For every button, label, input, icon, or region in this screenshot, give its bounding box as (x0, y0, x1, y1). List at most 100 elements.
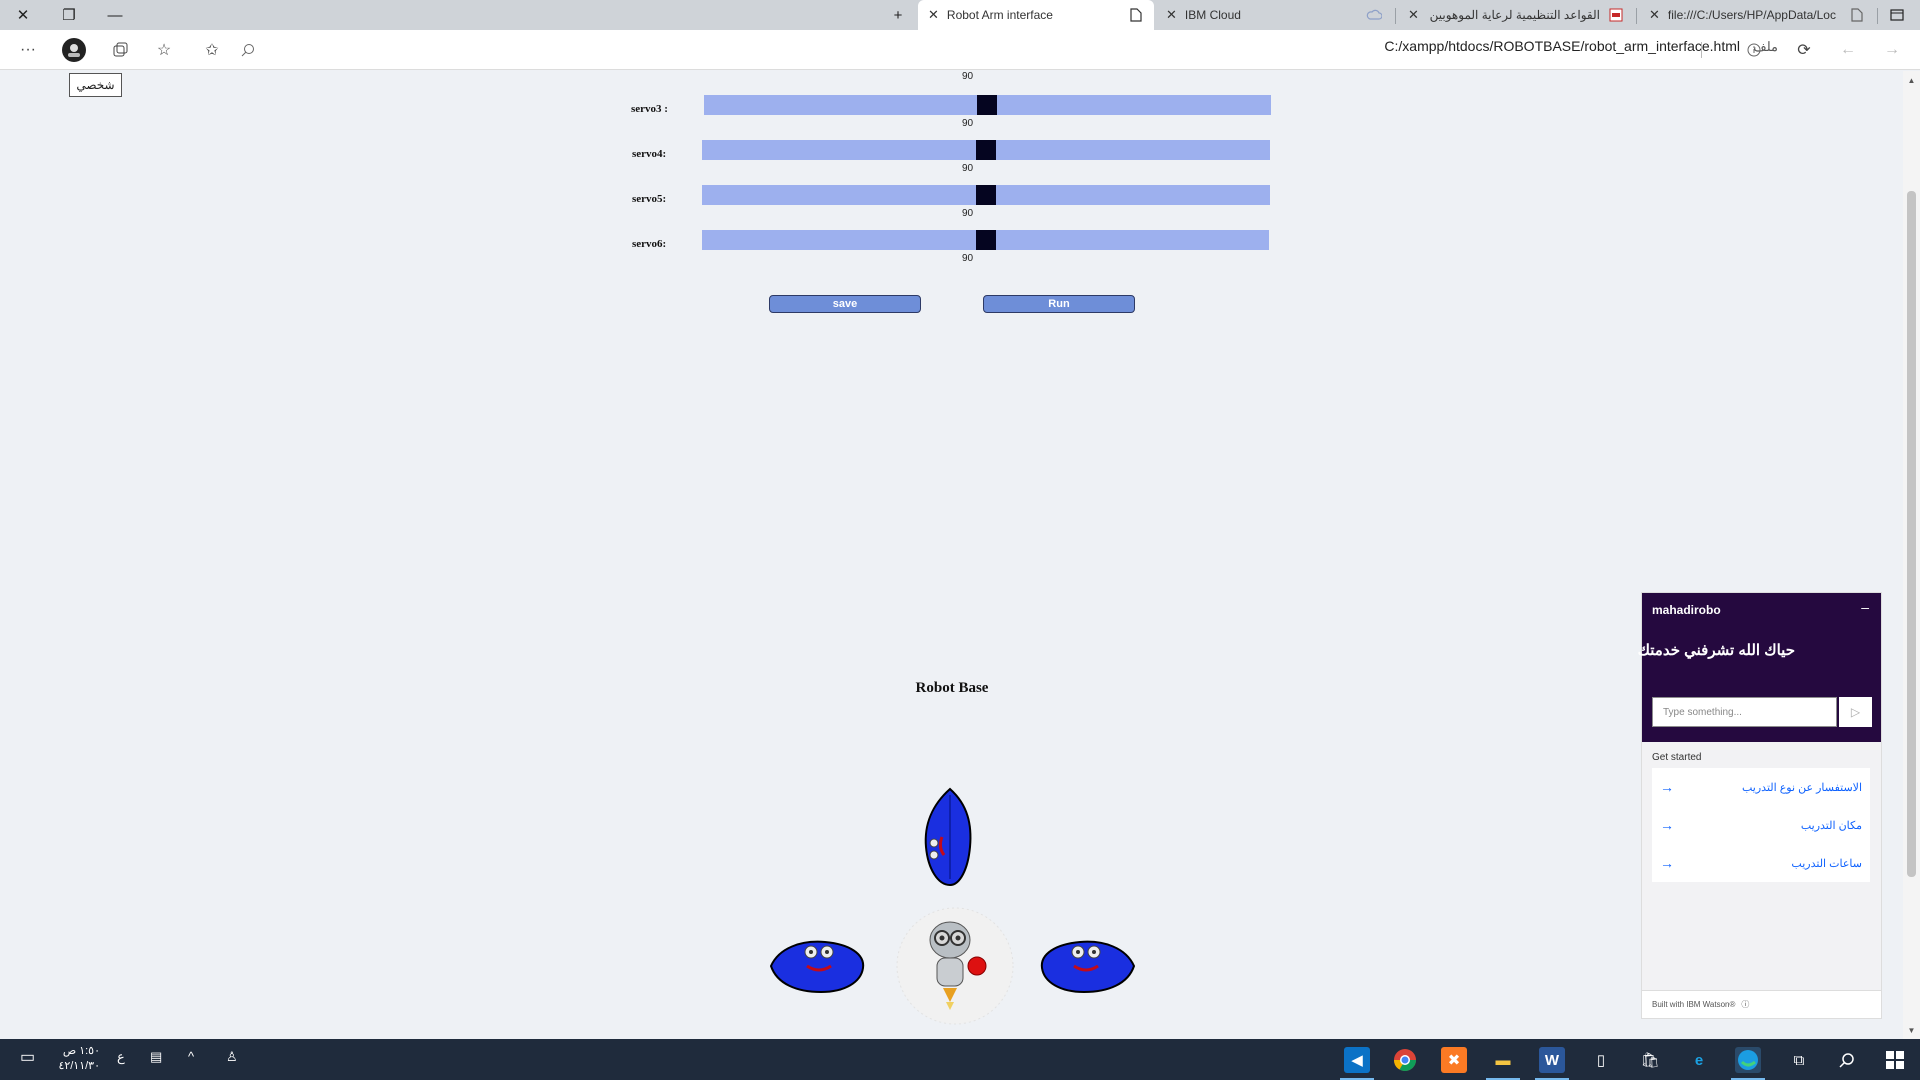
tab-close-icon[interactable]: ✕ (1166, 7, 1177, 23)
page-content: 90 servo3 : 90 servo4: 90 servo5: 90 ser… (0, 71, 1920, 1039)
info-icon[interactable]: ⓘ (1741, 999, 1749, 1010)
new-tab-icon[interactable]: + (875, 0, 921, 30)
tab-strip: ✕ ❐ — + ✕ Robot Arm interface ✕ IBM Clou… (0, 0, 1920, 30)
slider-thumb[interactable] (976, 140, 996, 160)
watson-credit: Built with IBM Watson® (1652, 1000, 1736, 1009)
chat-option[interactable]: ساعات التدريب → (1652, 844, 1870, 882)
servo-value: 90 (962, 208, 974, 219)
tab-ibm-cloud[interactable]: ✕ IBM Cloud (1156, 0, 1392, 30)
pdf-icon (1608, 7, 1624, 23)
send-icon[interactable]: ▷ (1839, 697, 1872, 727)
servo5-slider[interactable] (702, 185, 1270, 205)
site-info-icon[interactable] (1740, 36, 1768, 64)
arrow-right-icon: → (1660, 779, 1674, 795)
scroll-thumb[interactable] (1907, 191, 1916, 877)
window-close-icon[interactable]: ✕ (0, 0, 46, 30)
chat-option[interactable]: مكان التدريب → (1652, 806, 1870, 844)
window-restore-icon[interactable]: ❐ (46, 0, 92, 30)
forward-icon[interactable]: → (1878, 36, 1906, 64)
tab-separator (1636, 8, 1637, 24)
store-icon[interactable]: 🛍 (1637, 1047, 1663, 1073)
edge-icon[interactable] (1735, 1047, 1761, 1073)
collections-icon[interactable] (106, 36, 134, 64)
servo-label: servo4: (632, 148, 667, 160)
xampp-icon[interactable]: ✖ (1441, 1047, 1467, 1073)
profile-avatar[interactable] (60, 36, 88, 64)
tab-title: القواعد التنظيمية لرعاية الموهوبين (1429, 8, 1600, 22)
servo6-row: servo6: 90 (0, 230, 1920, 270)
robot-base-title: Robot Base (915, 680, 989, 696)
chat-option-label: مكان التدريب (1800, 819, 1862, 832)
tab-close-icon[interactable]: ✕ (1408, 7, 1419, 23)
servo-value: 90 (962, 163, 974, 174)
tab-local-file[interactable]: ✕ file:///C:/Users/HP/AppData/Loc (1639, 0, 1875, 30)
tab-title: Robot Arm interface (946, 8, 1053, 22)
run-button[interactable]: Run (983, 295, 1135, 313)
start-icon[interactable] (1882, 1047, 1908, 1073)
notification-icon[interactable]: ▭ (20, 1047, 35, 1067)
stop-robot-button[interactable] (895, 906, 1015, 1026)
system-clock[interactable]: ١:٥٠ ص ٤٢/١١/٣٠ (54, 1044, 100, 1074)
vscode-icon[interactable]: ◀ (1344, 1047, 1370, 1073)
clock-time: ١:٥٠ ص (62, 1045, 100, 1057)
left-arrow-button[interactable] (765, 934, 869, 998)
refresh-icon[interactable]: ⟳ (1790, 36, 1818, 64)
forward-arrow-button[interactable] (920, 785, 980, 889)
search-icon[interactable] (1834, 1047, 1860, 1073)
servo4-slider[interactable] (702, 140, 1270, 160)
windows-taskbar: ▭ ١:٥٠ ص ٤٢/١١/٣٠ ع ▤ ^ ♙ ◀ ✖ ▬ W ▯ 🛍 e … (0, 1039, 1920, 1080)
watson-chat-widget: mahadirobo – حياك الله تشرفني خدمتك Type… (1638, 592, 1882, 1019)
save-button[interactable]: save (769, 295, 921, 313)
servo-label: servo3 : (631, 103, 668, 115)
window-minimize-icon[interactable]: — (92, 0, 138, 30)
tab-pdf-document[interactable]: ✕ القواعد التنظيمية لرعاية الموهوبين (1398, 0, 1634, 30)
servo3-slider[interactable] (704, 95, 1271, 115)
minimize-icon[interactable]: – (1861, 599, 1869, 615)
favorites-icon[interactable]: ☆ (150, 36, 178, 64)
file-explorer-icon[interactable]: ▬ (1490, 1047, 1516, 1073)
chat-message-input[interactable]: Type something... (1652, 697, 1837, 727)
tab-robot-arm-interface[interactable]: ✕ Robot Arm interface (918, 0, 1154, 30)
more-options-icon[interactable]: ··· (14, 36, 42, 64)
chat-footer: Built with IBM Watson® ⓘ (1642, 990, 1881, 1018)
chat-body: Get started الاستفسار عن نوع التدريب → م… (1642, 742, 1881, 990)
right-arrow-button[interactable] (1036, 934, 1140, 998)
servo-value: 90 (962, 118, 974, 129)
chat-header: mahadirobo – حياك الله تشرفني خدمتك Type… (1638, 593, 1881, 742)
language-indicator[interactable]: ع (117, 1049, 125, 1065)
tab-title: IBM Cloud (1184, 8, 1241, 22)
tab-close-icon[interactable]: ✕ (1649, 7, 1660, 23)
scroll-down-icon[interactable]: ▼ (1903, 1023, 1920, 1037)
notepad-icon[interactable]: ▯ (1588, 1047, 1614, 1073)
chat-option[interactable]: الاستفسار عن نوع التدريب → (1652, 768, 1870, 806)
slider-thumb[interactable] (977, 95, 997, 115)
page-scrollbar[interactable]: ▲ ▼ (1903, 71, 1920, 1039)
address-separator (1701, 42, 1702, 58)
people-icon[interactable]: ♙ (226, 1049, 238, 1065)
back-icon[interactable]: ← (1834, 36, 1862, 64)
slider-thumb[interactable] (976, 230, 996, 250)
clock-date: ٤٢/١١/٣٠ (58, 1060, 100, 1072)
add-favorite-icon[interactable]: ✩ (198, 36, 226, 64)
address-bar[interactable]: C:/xampp/htdocs/ROBOTBASE/robot_arm_inte… (1384, 38, 1740, 54)
chat-options-list: الاستفسار عن نوع التدريب → مكان التدريب … (1652, 768, 1870, 882)
zoom-icon[interactable] (234, 36, 262, 64)
scroll-up-icon[interactable]: ▲ (1903, 73, 1920, 87)
tab-close-icon[interactable]: ✕ (928, 7, 939, 23)
slider-thumb[interactable] (976, 185, 996, 205)
tab-actions-icon[interactable] (1874, 0, 1920, 30)
chrome-icon[interactable] (1392, 1047, 1418, 1073)
task-view-icon[interactable]: ⧉ (1786, 1047, 1812, 1073)
touch-keyboard-icon[interactable]: ▤ (150, 1049, 162, 1065)
word-icon[interactable]: W (1539, 1047, 1565, 1073)
servo5-row: servo5: 90 (0, 185, 1920, 225)
servo-value: 90 (962, 71, 974, 82)
tab-title: file:///C:/Users/HP/AppData/Loc (1667, 8, 1836, 22)
internet-explorer-icon[interactable]: e (1686, 1047, 1712, 1073)
chat-assistant-name: mahadirobo (1652, 603, 1721, 617)
servo-label: servo6: (632, 238, 667, 250)
servo6-slider[interactable] (702, 230, 1269, 250)
servo-label: servo5: (632, 193, 667, 205)
servo-value: 90 (962, 253, 974, 264)
show-hidden-icons-icon[interactable]: ^ (188, 1049, 194, 1064)
